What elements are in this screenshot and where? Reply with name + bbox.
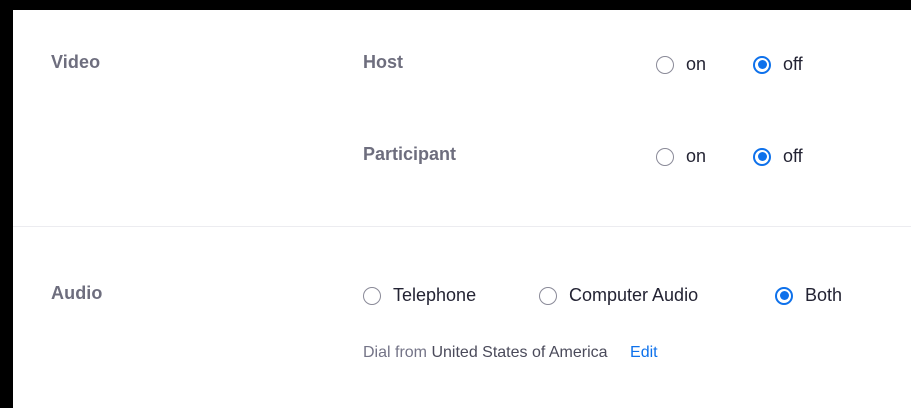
host-label: Host xyxy=(363,52,403,72)
audio-telephone-option[interactable]: Telephone xyxy=(363,285,476,306)
dial-edit-link[interactable]: Edit xyxy=(630,344,658,361)
participant-off-option[interactable]: off xyxy=(753,146,803,167)
section-divider xyxy=(13,226,911,227)
radio-unchecked-icon[interactable] xyxy=(656,147,674,166)
dial-from-line: Dial from United States of America Edit xyxy=(363,344,658,362)
video-section-title: Video xyxy=(51,52,101,72)
dial-from-prefix: Dial from xyxy=(363,344,428,361)
participant-label: Participant xyxy=(363,144,457,164)
audio-both-label: Both xyxy=(805,285,843,305)
audio-both-option[interactable]: Both xyxy=(775,285,842,306)
radio-unchecked-icon[interactable] xyxy=(539,286,557,305)
host-off-label: off xyxy=(783,54,803,74)
radio-checked-icon[interactable] xyxy=(775,286,793,305)
audio-computer-option[interactable]: Computer Audio xyxy=(539,285,698,306)
host-off-option[interactable]: off xyxy=(753,54,803,75)
audio-computer-label: Computer Audio xyxy=(569,285,699,305)
radio-checked-icon[interactable] xyxy=(753,55,771,74)
host-on-label: on xyxy=(686,54,707,74)
dial-from-country: United States of America xyxy=(431,344,608,361)
radio-unchecked-icon[interactable] xyxy=(656,55,674,74)
window-frame-left xyxy=(0,0,13,408)
participant-on-option[interactable]: on xyxy=(656,146,706,167)
window-frame-top xyxy=(0,0,911,10)
audio-telephone-label: Telephone xyxy=(393,285,477,305)
host-on-option[interactable]: on xyxy=(656,54,706,75)
radio-checked-icon[interactable] xyxy=(753,147,771,166)
audio-section-title: Audio xyxy=(51,283,103,303)
participant-off-label: off xyxy=(783,146,803,166)
radio-unchecked-icon[interactable] xyxy=(363,286,381,305)
participant-on-label: on xyxy=(686,146,707,166)
